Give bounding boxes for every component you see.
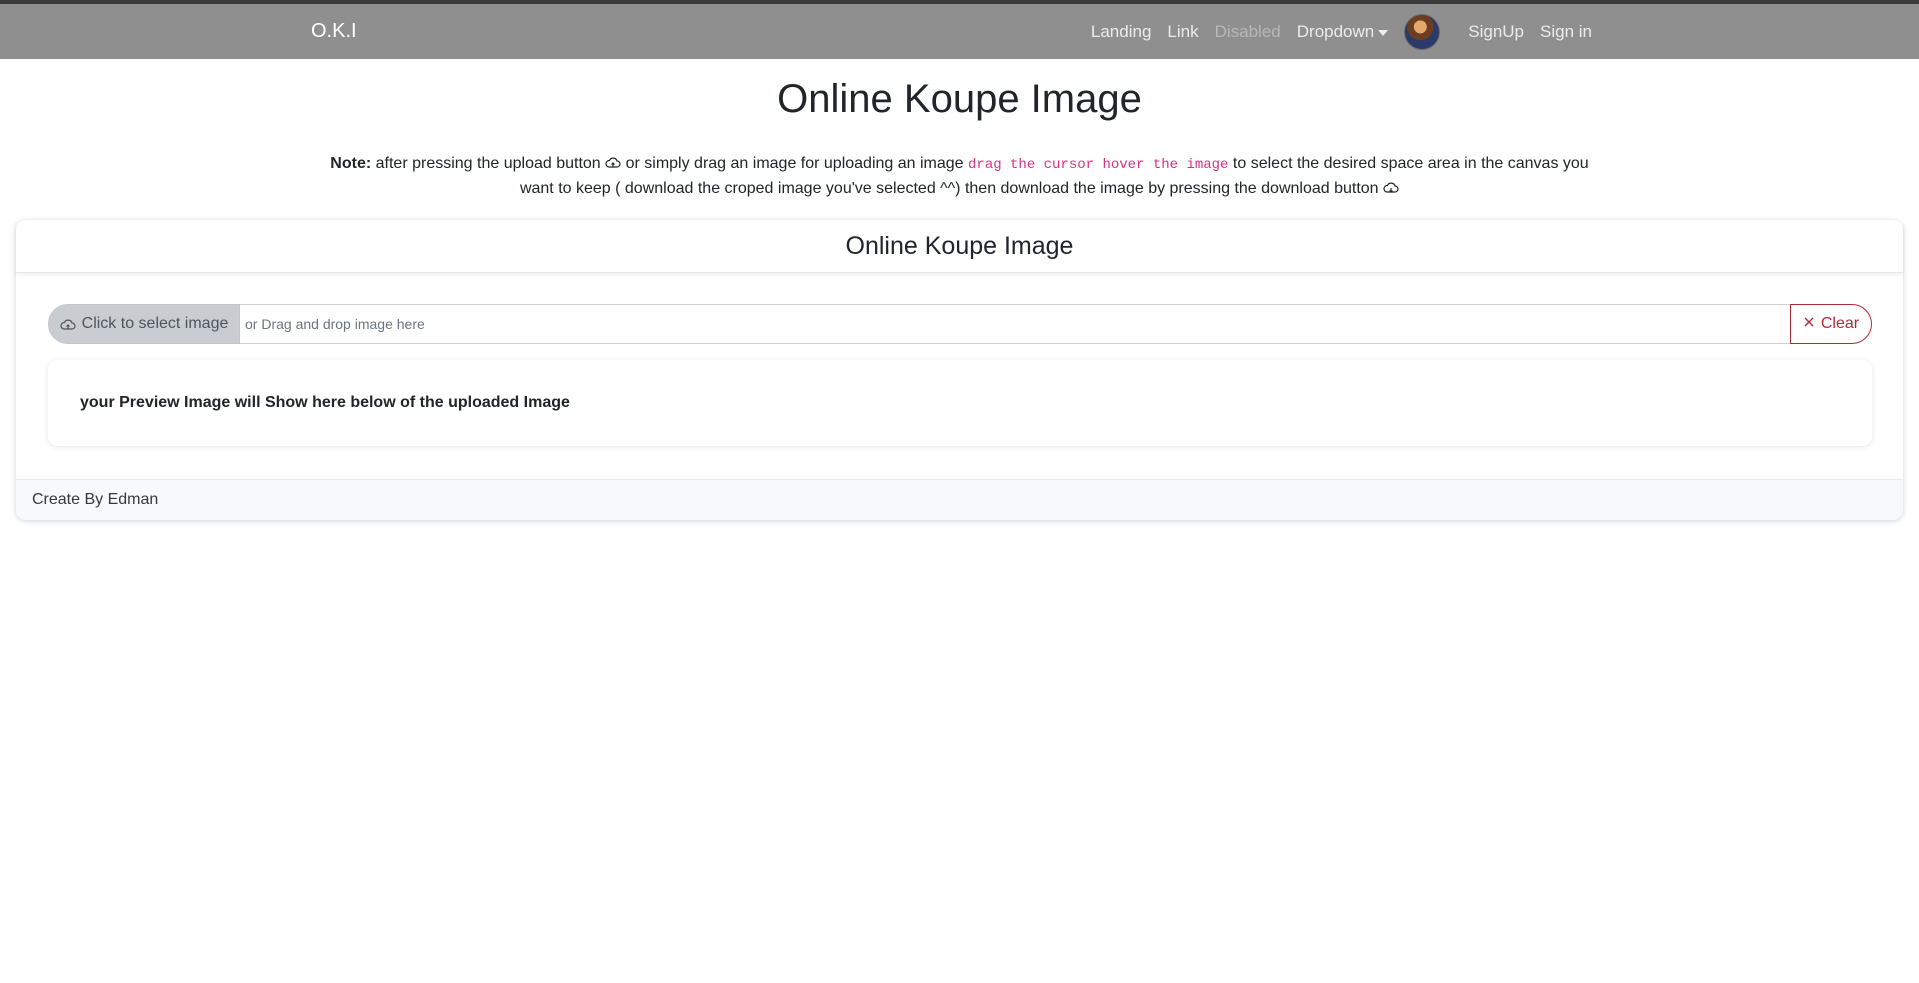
note-part1: after pressing the upload button bbox=[375, 155, 601, 172]
nav-link[interactable]: Link bbox=[1159, 22, 1206, 42]
nav-signin[interactable]: Sign in bbox=[1532, 22, 1600, 42]
nav-disabled: Disabled bbox=[1214, 21, 1281, 41]
note-code: drag the cursor hover the image bbox=[968, 157, 1229, 173]
brand-link[interactable]: O.K.I bbox=[311, 20, 357, 43]
nav-landing[interactable]: Landing bbox=[1083, 22, 1160, 42]
preview-text: your Preview Image will Show here below … bbox=[80, 394, 570, 411]
clear-button[interactable]: Clear bbox=[1790, 304, 1872, 344]
card-header: Online Koupe Image bbox=[16, 220, 1903, 273]
close-icon bbox=[1803, 315, 1815, 333]
select-image-button[interactable]: Click to select image bbox=[48, 304, 240, 344]
navbar: O.K.I Landing Link Disabled Dropdown Sig… bbox=[0, 4, 1919, 59]
card-footer: Create By Edman bbox=[16, 479, 1903, 520]
note-part2: or simply drag an image for uploading an… bbox=[625, 155, 964, 172]
nav-signup[interactable]: SignUp bbox=[1460, 22, 1532, 42]
page-title: Online Koupe Image bbox=[777, 77, 1142, 121]
nav-dropdown[interactable]: Dropdown bbox=[1289, 22, 1397, 42]
caret-down-icon bbox=[1378, 29, 1389, 36]
cloud-upload-icon bbox=[60, 318, 76, 330]
main-card: Online Koupe Image Click to select image… bbox=[16, 220, 1903, 520]
drop-zone-input[interactable]: or Drag and drop image here bbox=[240, 304, 1790, 344]
upload-input-group: Click to select image or Drag and drop i… bbox=[48, 304, 1872, 344]
note-text: Note: after pressing the upload button o… bbox=[315, 152, 1605, 201]
footer-text: Create By Edman bbox=[32, 491, 159, 508]
note-label: Note: bbox=[330, 155, 372, 172]
cloud-download-icon bbox=[1383, 178, 1399, 193]
select-image-label: Click to select image bbox=[81, 315, 229, 332]
preview-area: your Preview Image will Show here below … bbox=[48, 360, 1872, 446]
clear-label: Clear bbox=[1820, 315, 1860, 332]
dropdown-label: Dropdown bbox=[1296, 21, 1375, 41]
cloud-upload-icon bbox=[605, 153, 621, 168]
avatar[interactable] bbox=[1404, 13, 1441, 50]
nav-links: Landing Link Disabled Dropdown SignUp Si… bbox=[1083, 4, 1600, 59]
